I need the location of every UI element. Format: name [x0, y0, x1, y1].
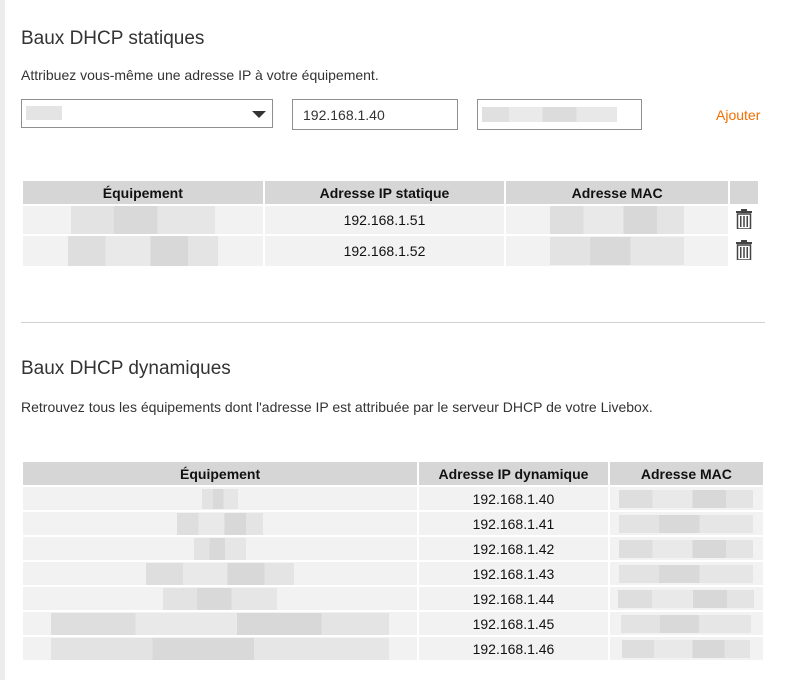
device-name-cell [23, 537, 418, 560]
device-name-cell [23, 587, 418, 610]
device-name-cell [23, 206, 263, 234]
dynamic-leases-description: Retrouvez tous les équipements dont l'ad… [21, 399, 653, 415]
device-name-cell [23, 637, 418, 660]
dynamic-ip-cell: 192.168.1.40 [419, 487, 608, 510]
mac-redacted [619, 564, 754, 583]
device-name-redacted [67, 236, 218, 266]
static-leases-title: Baux DHCP statiques [21, 28, 205, 49]
device-name-redacted [177, 512, 264, 535]
table-row: 192.168.1.41 [23, 512, 763, 535]
table-row: 192.168.1.40 [23, 487, 763, 510]
static-leases-description: Attribuez vous-même une adresse IP à vot… [21, 67, 379, 83]
device-name-redacted [163, 587, 278, 610]
column-header-device: Équipement [23, 181, 263, 204]
mac-redacted [619, 514, 754, 533]
mac-cell [506, 236, 728, 266]
static-leases-table: Équipement Adresse IP statique Adresse M… [21, 179, 760, 268]
device-select[interactable] [21, 99, 273, 128]
dynamic-ip-cell: 192.168.1.46 [419, 637, 608, 660]
mac-cell [609, 487, 763, 510]
table-row: 192.168.1.42 [23, 537, 763, 560]
column-header-device: Équipement [23, 462, 418, 485]
device-name-redacted [194, 537, 247, 560]
table-header-row: Équipement Adresse IP statique Adresse M… [23, 181, 758, 204]
mac-redacted [550, 237, 685, 265]
mac-cell [609, 637, 763, 660]
column-header-mac: Adresse MAC [506, 181, 728, 204]
mac-cell [609, 587, 763, 610]
chevron-down-icon [252, 111, 266, 118]
table-row: 192.168.1.46 [23, 637, 763, 660]
dynamic-ip-cell: 192.168.1.41 [419, 512, 608, 535]
table-row: 192.168.1.44 [23, 587, 763, 610]
device-name-cell [23, 562, 418, 585]
mac-redacted [618, 589, 755, 608]
dynamic-ip-cell: 192.168.1.45 [419, 612, 608, 635]
device-name-redacted [70, 206, 215, 234]
device-name-cell [23, 612, 418, 635]
device-name-redacted [146, 562, 295, 585]
left-rule [0, 0, 5, 680]
mac-cell [609, 612, 763, 635]
device-name-cell [23, 487, 418, 510]
column-header-mac: Adresse MAC [609, 462, 763, 485]
dynamic-leases-table: Équipement Adresse IP dynamique Adresse … [21, 460, 765, 662]
delete-cell [729, 236, 758, 266]
column-header-actions [729, 181, 758, 204]
static-ip-cell: 192.168.1.51 [264, 206, 505, 234]
table-row: 192.168.1.43 [23, 562, 763, 585]
column-header-static-ip: Adresse IP statique [264, 181, 505, 204]
column-header-dynamic-ip: Adresse IP dynamique [419, 462, 608, 485]
device-name-cell [23, 236, 263, 266]
mac-address-input[interactable] [477, 99, 642, 130]
mac-redacted [550, 206, 685, 234]
section-divider [21, 322, 765, 323]
dynamic-ip-cell: 192.168.1.42 [419, 537, 608, 560]
table-header-row: Équipement Adresse IP dynamique Adresse … [23, 462, 763, 485]
mac-redacted [621, 614, 752, 633]
dynamic-ip-cell: 192.168.1.44 [419, 587, 608, 610]
dynamic-ip-cell: 192.168.1.43 [419, 562, 608, 585]
device-select-value [26, 106, 62, 120]
mac-redacted [619, 489, 754, 508]
mac-cell [609, 562, 763, 585]
mac-cell [506, 206, 728, 234]
mac-address-value [482, 107, 617, 122]
table-row: 192.168.1.52 [23, 236, 758, 266]
mac-cell [609, 537, 763, 560]
device-name-cell [23, 512, 418, 535]
device-name-redacted [202, 488, 239, 509]
ip-address-input[interactable] [292, 99, 458, 130]
table-row: 192.168.1.51 [23, 206, 758, 234]
mac-redacted [619, 539, 754, 558]
dynamic-leases-title: Baux DHCP dynamiques [21, 358, 231, 379]
trash-icon[interactable] [735, 239, 752, 263]
delete-cell [729, 206, 758, 234]
table-row: 192.168.1.45 [23, 612, 763, 635]
static-ip-cell: 192.168.1.52 [264, 236, 505, 266]
add-button[interactable]: Ajouter [716, 107, 760, 123]
device-name-redacted [51, 637, 390, 660]
mac-cell [609, 512, 763, 535]
trash-icon[interactable] [735, 208, 752, 232]
mac-redacted [622, 639, 751, 658]
device-name-redacted [51, 612, 390, 635]
